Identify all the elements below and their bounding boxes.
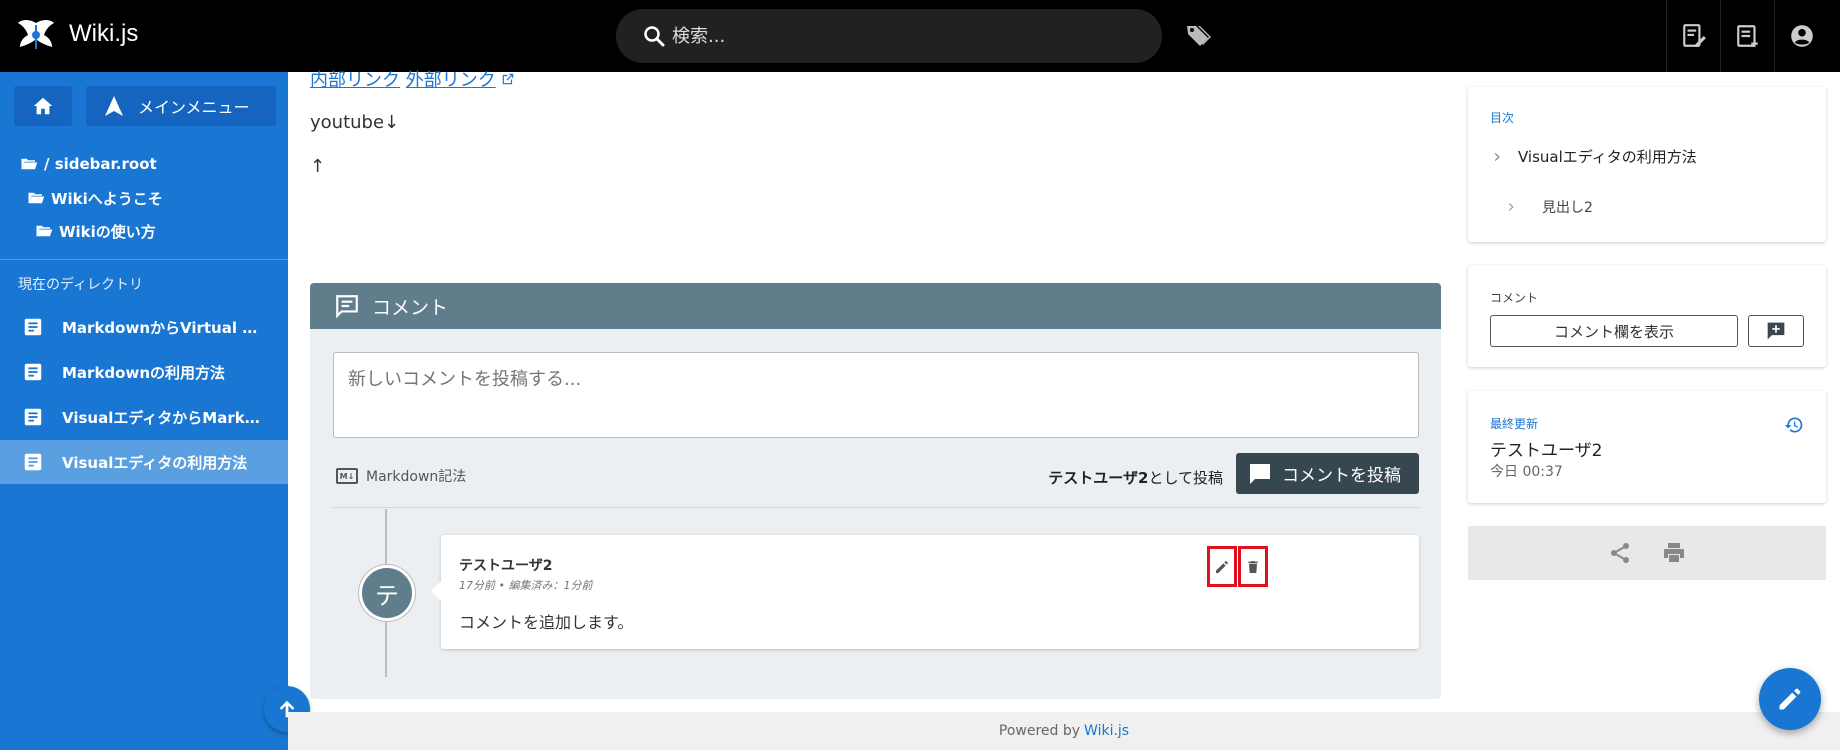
account-button[interactable] (1774, 0, 1828, 72)
toc-item-visual-usage[interactable]: Visualエディタの利用方法 (1490, 146, 1697, 167)
top-bar: Wiki.js (0, 0, 1840, 72)
home-icon (33, 97, 53, 115)
account-icon (1790, 25, 1813, 47)
post-comment-button[interactable]: コメントを投稿 (1236, 453, 1419, 494)
avatar: テ (359, 565, 415, 621)
logo-icon[interactable] (16, 17, 56, 55)
folder-open-icon (21, 158, 38, 170)
chevron-right-icon (1508, 203, 1514, 211)
tree-item-root[interactable]: / sidebar.root (20, 152, 157, 176)
comment-author: テストユーザ2 (459, 558, 553, 574)
trash-icon (1248, 560, 1258, 573)
document-icon (24, 408, 42, 426)
sidebar-item-markdown-to-virtual[interactable]: MarkdownからVirtual Editorへ (0, 305, 288, 349)
pencil-icon (1216, 560, 1228, 573)
delete-comment-button[interactable] (1238, 546, 1268, 587)
sidebar-divider (0, 259, 288, 260)
tags-icon[interactable] (1184, 22, 1212, 50)
comment-panel-card: コメント コメント欄を表示 (1468, 265, 1826, 367)
main-menu-label: メインメニュー (138, 98, 250, 117)
search-input[interactable] (672, 21, 1132, 51)
comments-header: コメント (310, 283, 1441, 329)
external-link[interactable]: 外部リンク (406, 70, 496, 91)
comments-separator (333, 507, 1419, 508)
comment-text-icon (336, 295, 358, 319)
last-updated-card: 最終更新 テストユーザ2 今日 00:37 (1468, 391, 1826, 503)
search-icon (644, 26, 665, 47)
sidebar: メインメニュー / sidebar.root Wikiへようこそ Wikiの使い… (0, 72, 288, 750)
share-print-bar (1468, 526, 1826, 580)
external-link-icon (503, 73, 514, 85)
edit-page-fab[interactable] (1759, 668, 1821, 730)
youtube-text: youtube↓ (310, 112, 400, 133)
toc-card: 目次 Visualエディタの利用方法 見出し2 (1468, 87, 1826, 242)
page-actions-icon (1736, 25, 1758, 47)
comments-section: コメント M↓ Markdown記法 テストユーザ2として投稿 コメントを投稿 … (310, 283, 1441, 699)
edit-comment-button[interactable] (1207, 546, 1237, 587)
posting-as-text: テストユーザ2として投稿 (1048, 469, 1223, 487)
up-arrow-text: ↑ (310, 156, 326, 177)
current-directory-label: 現在のディレクトリ (18, 277, 144, 293)
tree-item-welcome[interactable]: Wikiへようこそ (27, 186, 163, 210)
markdown-icon: M↓ (336, 468, 358, 484)
document-icon (24, 453, 42, 471)
chevron-right-icon (1494, 152, 1500, 161)
home-button[interactable] (14, 86, 72, 126)
toc-item-heading2[interactable]: 見出し2 (1504, 197, 1593, 217)
comment-icon (1250, 463, 1270, 484)
sidebar-item-visual-to-markdown[interactable]: VisualエディタからMarkdownへ (0, 395, 288, 439)
sidebar-item-visual-usage[interactable]: Visualエディタの利用方法 (0, 440, 288, 484)
sidebar-item-markdown-usage[interactable]: Markdownの利用方法 (0, 350, 288, 394)
add-comment-button[interactable] (1748, 315, 1804, 347)
comment-panel-label: コメント (1490, 291, 1539, 305)
markdown-hint[interactable]: M↓ Markdown記法 (336, 466, 466, 486)
pencil-icon (1779, 688, 1801, 710)
page-actions-button[interactable] (1720, 0, 1774, 72)
search-bar[interactable] (616, 9, 1162, 63)
folder-open-icon (36, 225, 53, 237)
new-page-icon (1682, 24, 1706, 47)
last-updated-label: 最終更新 (1490, 417, 1539, 431)
posting-as-user: テストユーザ2 (1048, 469, 1149, 487)
comment-meta: 17分前 • 編集済み：1分前 (459, 579, 593, 592)
share-icon[interactable] (1608, 541, 1632, 565)
comment-body: コメントを追加します。 (459, 613, 634, 632)
app-title[interactable]: Wiki.js (69, 20, 138, 48)
show-comments-button[interactable]: コメント欄を表示 (1490, 315, 1738, 347)
content-links: 内部リンク 外部リンク (310, 66, 515, 92)
comment-item: テストユーザ2 17分前 • 編集済み：1分前 コメントを追加します。 (431, 535, 1419, 649)
last-updated-time: 今日 00:37 (1490, 464, 1563, 480)
document-icon (24, 363, 42, 381)
toc-label: 目次 (1490, 111, 1515, 125)
print-icon[interactable] (1662, 541, 1686, 565)
tree-item-howto[interactable]: Wikiの使い方 (35, 219, 156, 243)
new-comment-input[interactable] (333, 352, 1419, 438)
comments-title: コメント (372, 296, 449, 319)
comment-plus-icon (1767, 322, 1785, 340)
new-page-button[interactable] (1666, 0, 1720, 72)
main-menu-button[interactable]: メインメニュー (86, 86, 276, 126)
last-updated-user: テストユーザ2 (1490, 441, 1603, 461)
document-icon (24, 318, 42, 336)
footer: Powered by Wiki.js (288, 712, 1840, 750)
internal-link[interactable]: 内部リンク (310, 70, 400, 91)
navigation-icon (105, 96, 123, 116)
folder-open-icon (28, 192, 45, 204)
history-icon[interactable] (1784, 415, 1804, 435)
footer-link[interactable]: Wiki.js (1084, 723, 1129, 739)
